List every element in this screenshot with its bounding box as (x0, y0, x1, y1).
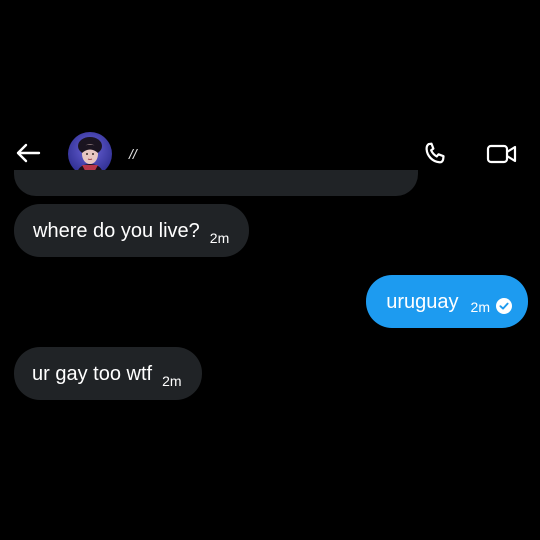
message-text: where do you live? (33, 219, 200, 242)
message-bubble-outgoing[interactable]: uruguay 2m (366, 275, 528, 328)
message-thread: where do you live? 2m uruguay 2m ur gay … (0, 0, 540, 540)
message-text: ur gay too wtf (32, 362, 153, 385)
previous-message-bubble[interactable] (14, 170, 418, 196)
message-timestamp: 2m (470, 298, 490, 315)
check-circle-icon (496, 297, 512, 314)
message-text: uruguay (386, 290, 459, 313)
message-timestamp: 2m (162, 372, 182, 389)
message-bubble-incoming[interactable]: where do you live? 2m (14, 204, 250, 257)
message-timestamp: 2m (209, 229, 230, 246)
message-bubble-incoming[interactable]: ur gay too wtf 2m (14, 347, 202, 400)
